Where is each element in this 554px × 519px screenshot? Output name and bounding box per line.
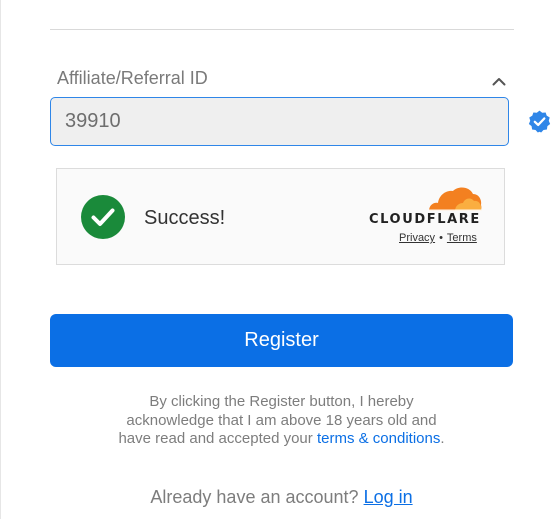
- cloudflare-logo: CLOUDFLARE: [369, 185, 485, 229]
- captcha-status-text: Success!: [144, 207, 226, 229]
- login-prompt-text: Already have an account?: [150, 487, 359, 507]
- registration-form: Affiliate/Referral ID Success!: [0, 0, 554, 519]
- cloudflare-cloud-icon: [429, 187, 482, 212]
- verified-badge-icon: [527, 109, 552, 134]
- affiliate-label: Affiliate/Referral ID: [57, 68, 208, 88]
- terms-conditions-link[interactable]: terms & conditions: [317, 430, 440, 447]
- disclaimer-line-1: By clicking the Register button, I hereb…: [149, 393, 414, 410]
- affiliate-id-input[interactable]: [51, 98, 508, 145]
- disclaimer-line-3: have read and accepted your: [118, 430, 313, 447]
- register-button[interactable]: Register: [50, 314, 513, 367]
- check-circle-icon: [81, 195, 125, 239]
- cloudflare-links: Privacy • Terms: [399, 232, 477, 244]
- cloudflare-wordmark: CLOUDFLARE: [369, 212, 481, 227]
- cloudflare-turnstile-widget: Success! CLOUDFLARE Privacy • Terms: [56, 168, 505, 265]
- affiliate-input-wrapper: [50, 97, 509, 146]
- privacy-link[interactable]: Privacy: [399, 232, 435, 244]
- chevron-up-icon[interactable]: [486, 68, 512, 94]
- section-divider: [50, 29, 514, 30]
- login-link[interactable]: Log in: [364, 487, 413, 507]
- login-prompt: Already have an account? Log in: [50, 487, 513, 508]
- disclaimer-period: .: [440, 430, 445, 447]
- disclaimer-line-2: acknowledge that I am above 18 years old…: [126, 411, 437, 429]
- link-separator: •: [439, 232, 443, 244]
- age-terms-disclaimer: By clicking the Register button, I hereb…: [50, 393, 513, 449]
- cloudflare-terms-link[interactable]: Terms: [447, 232, 477, 244]
- panel-edge: [0, 0, 1, 519]
